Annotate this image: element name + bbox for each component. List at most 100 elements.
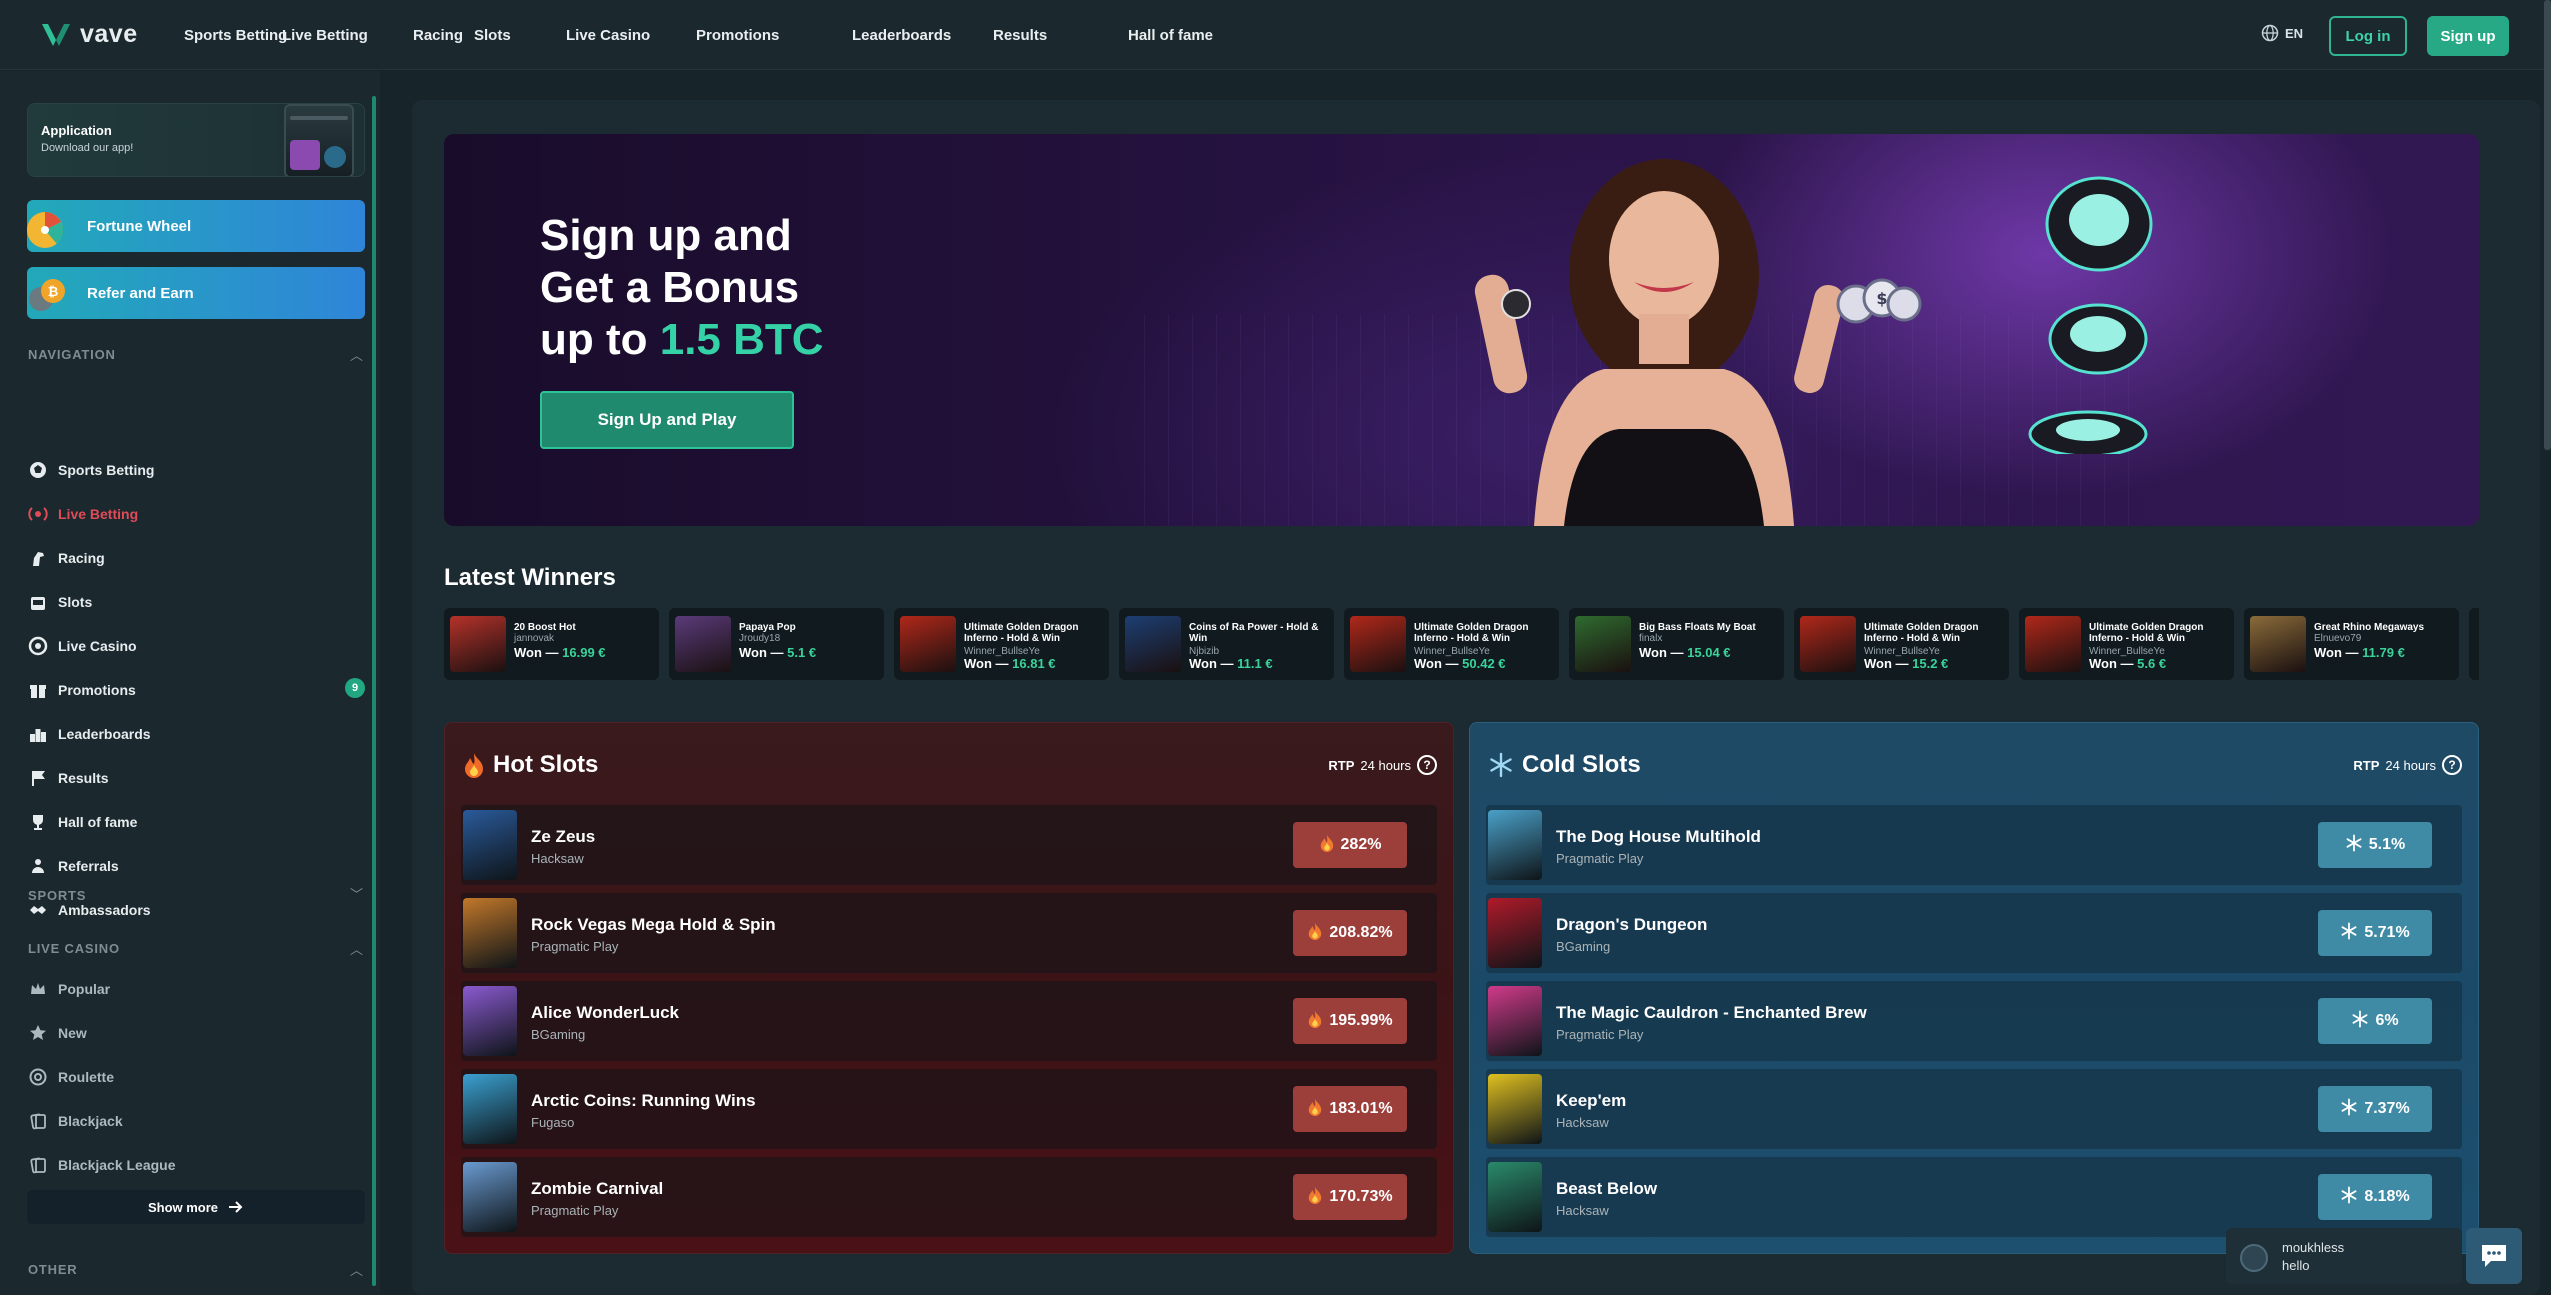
snowflake-icon xyxy=(2345,833,2363,857)
chat-button[interactable] xyxy=(2466,1228,2522,1284)
winner-card[interactable]: 20 Boost Hot jannovak Won — 16.99 € xyxy=(444,608,659,680)
winner-game-name: Big Bass Floats My Boat xyxy=(1639,622,1756,633)
sidebar-item-promotions[interactable]: Promotions xyxy=(28,678,136,702)
sidebar-item-referrals[interactable]: Referrals xyxy=(28,854,119,878)
latest-winners-list: 20 Boost Hot jannovak Won — 16.99 € Papaya … xyxy=(444,608,2479,680)
sidebar: Application Download our app! Fortune Wh… xyxy=(0,71,380,1295)
sidebar-item-sports-betting[interactable]: Sports Betting xyxy=(28,458,154,482)
slot-row[interactable]: The Magic Cauldron - Enchanted Brew Pragm… xyxy=(1486,981,2462,1061)
slot-name: The Dog House Multihold xyxy=(1556,827,1761,846)
rtp-value: 8.18% xyxy=(2364,1188,2410,1205)
help-icon[interactable]: ? xyxy=(2442,755,2462,775)
snowflake-icon xyxy=(2340,921,2358,945)
winner-card[interactable]: Coins of Ra Power - Hold & Win Njbizib Won… xyxy=(1119,608,1334,680)
banner-headline-line2: Get a Bonus xyxy=(540,263,800,312)
won-prefix: Won — xyxy=(1864,656,1913,671)
navigation-section-title: NAVIGATION xyxy=(28,347,116,362)
won-amount-value: 5.6 € xyxy=(2137,656,2167,671)
sidebar-item-live-casino[interactable]: Live Casino xyxy=(28,634,137,658)
sidebar-item-label: Leaderboards xyxy=(58,726,151,742)
winner-card[interactable]: Ultimate Golden Dragon Inferno - Hold & … xyxy=(1344,608,1559,680)
fire-icon xyxy=(1307,1186,1323,1209)
sidebar-item-live-betting[interactable]: Live Betting xyxy=(28,502,138,526)
won-prefix: Won — xyxy=(2089,656,2138,671)
slot-provider: Pragmatic Play xyxy=(1556,1027,1644,1042)
topnav-promotions[interactable]: Promotions xyxy=(696,27,779,44)
winner-card[interactable]: Great Rhino Megaways Elnuevo79 Won — 11.79… xyxy=(2244,608,2459,680)
signup-button[interactable]: Sign up xyxy=(2427,16,2509,56)
winner-card[interactable]: Big Bass Floats My Boat finalx Won — 15.04… xyxy=(1569,608,1784,680)
sidebar-item-label: Results xyxy=(58,770,109,786)
slot-row[interactable]: Beast Below Hacksaw 8.18% xyxy=(1486,1157,2462,1237)
slot-row[interactable]: The Dog House Multihold Pragmatic Play 5.1… xyxy=(1486,805,2462,885)
sidebar-item-label: Slots xyxy=(58,594,93,610)
winner-game-name: Great Rhino Megaways xyxy=(2314,622,2425,633)
slot-row[interactable]: Alice WonderLuck BGaming 195.99% xyxy=(461,981,1437,1061)
game-thumbnail xyxy=(675,616,731,672)
sidebar-item-slots[interactable]: Slots xyxy=(28,590,92,614)
topnav-leaderboards[interactable]: Leaderboards xyxy=(852,27,951,44)
topnav-slots[interactable]: Slots xyxy=(474,27,511,44)
app-download-card[interactable]: Application Download our app! xyxy=(27,103,365,177)
refer-and-earn-button[interactable]: ₿ Refer and Earn xyxy=(27,267,365,319)
cold-slots-title: Cold Slots xyxy=(1488,751,1641,779)
bitcoin-coins-image: $ xyxy=(1836,278,1922,324)
signup-and-play-button[interactable]: Sign Up and Play xyxy=(540,391,794,449)
winner-amount: Won — 50.42 € xyxy=(1414,656,1506,671)
login-button[interactable]: Log in xyxy=(2329,16,2407,56)
sidebar-item-racing[interactable]: Racing xyxy=(28,546,105,570)
slot-row[interactable]: Zombie Carnival Pragmatic Play 170.73% xyxy=(461,1157,1437,1237)
show-more-button[interactable]: Show more xyxy=(27,1190,365,1224)
topnav-sports-betting[interactable]: Sports Betting xyxy=(184,27,287,44)
sidebar-item-blackjack[interactable]: Blackjack xyxy=(28,1109,123,1133)
topnav-live-betting[interactable]: Live Betting xyxy=(282,27,368,44)
winner-card[interactable]: Ultimate Golden Dragon Inferno - Hold & … xyxy=(2019,608,2234,680)
chip-icon xyxy=(28,636,48,656)
won-amount-value: 16.81 € xyxy=(1012,656,1056,671)
promo-banner[interactable]: $ Sign up and Get a Bonus up to 1.5 BTC … xyxy=(444,134,2479,526)
winner-card-partial[interactable] xyxy=(2469,608,2479,680)
slot-row[interactable]: Dragon's Dungeon BGaming 5.71% xyxy=(1486,893,2462,973)
winner-game-name: Papaya Pop xyxy=(739,622,796,633)
fire-icon xyxy=(465,753,483,778)
winner-card[interactable]: Ultimate Golden Dragon Inferno - Hold & … xyxy=(894,608,1109,680)
language-selector[interactable]: EN xyxy=(2261,24,2303,42)
sidebar-item-leaderboards[interactable]: Leaderboards xyxy=(28,722,151,746)
winner-amount: Won — 5.6 € xyxy=(2089,656,2166,671)
winner-card[interactable]: Ultimate Golden Dragon Inferno - Hold & … xyxy=(1794,608,2009,680)
topnav-results[interactable]: Results xyxy=(993,27,1047,44)
slot-row[interactable]: Rock Vegas Mega Hold & Spin Pragmatic Pla… xyxy=(461,893,1437,973)
chevron-down-icon[interactable]: ﹀ xyxy=(350,884,363,903)
slot-thumbnail xyxy=(1488,1074,1542,1144)
sidebar-item-label: Ambassadors xyxy=(58,902,151,918)
slot-row[interactable]: Ze Zeus Hacksaw 282% xyxy=(461,805,1437,885)
sidebar-item-results[interactable]: Results xyxy=(28,766,109,790)
slot-thumbnail xyxy=(1488,898,1542,968)
winner-card[interactable]: Papaya Pop Jroudy18 Won — 5.1 € xyxy=(669,608,884,680)
slot-provider: Fugaso xyxy=(531,1115,575,1130)
help-icon[interactable]: ? xyxy=(1417,755,1437,775)
chevron-up-icon[interactable]: ︿ xyxy=(350,939,363,958)
sidebar-scrollbar[interactable] xyxy=(372,96,376,1286)
sidebar-item-hall-of-fame[interactable]: Hall of fame xyxy=(28,810,137,834)
sidebar-item-roulette[interactable]: Roulette xyxy=(28,1065,114,1089)
winner-username: Jroudy18 xyxy=(739,633,781,644)
chat-preview[interactable]: moukhless hello xyxy=(2226,1228,2462,1284)
topnav-racing[interactable]: Racing xyxy=(413,27,463,44)
chevron-up-icon[interactable]: ︿ xyxy=(350,1260,363,1279)
slot-row[interactable]: Arctic Coins: Running Wins Fugaso 183.01% xyxy=(461,1069,1437,1149)
topnav-hall-of-fame[interactable]: Hall of fame xyxy=(1128,27,1213,44)
cold-slots-panel: Cold Slots RTP 24 hours ? The Dog House … xyxy=(1469,722,2479,1254)
sidebar-item-blackjack-league[interactable]: Blackjack League xyxy=(28,1153,176,1177)
fortune-wheel-button[interactable]: Fortune Wheel xyxy=(27,200,365,252)
won-amount-value: 5.1 € xyxy=(787,645,817,660)
topnav-live-casino[interactable]: Live Casino xyxy=(566,27,650,44)
sidebar-item-popular[interactable]: Popular xyxy=(28,977,110,1001)
logo[interactable]: vave xyxy=(40,18,138,50)
slot-row[interactable]: Keep'em Hacksaw 7.37% xyxy=(1486,1069,2462,1149)
page-scrollbar[interactable] xyxy=(2544,0,2551,450)
sidebar-item-new[interactable]: New xyxy=(28,1021,87,1045)
game-thumbnail xyxy=(2025,616,2081,672)
trophy-icon xyxy=(28,812,48,832)
chevron-up-icon[interactable]: ︿ xyxy=(350,345,363,364)
